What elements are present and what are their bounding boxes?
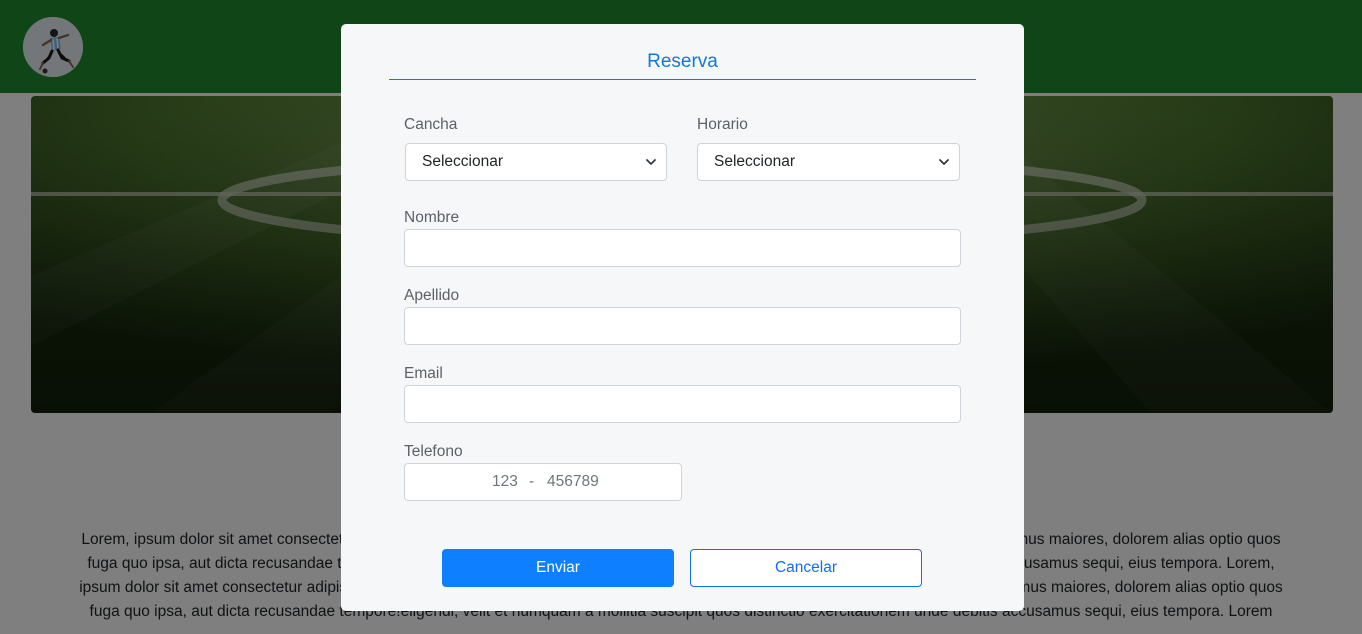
reservation-modal: Reserva Cancha Seleccionar Horario Selec…	[341, 24, 1024, 611]
telefono-label: Telefono	[404, 443, 463, 460]
title-divider	[389, 79, 976, 80]
cancha-select[interactable]: Seleccionar	[405, 143, 667, 181]
phone-separator: -	[529, 473, 535, 490]
email-label: Email	[404, 365, 443, 382]
submit-button[interactable]: Enviar	[442, 549, 674, 587]
nombre-label: Nombre	[404, 209, 460, 226]
phone-number: 456789	[547, 473, 599, 490]
nombre-input[interactable]	[404, 229, 961, 267]
horario-selected-value: Seleccionar	[714, 153, 795, 170]
apellido-label: Apellido	[404, 287, 460, 304]
cancha-selected-value: Seleccionar	[422, 153, 503, 170]
apellido-input[interactable]	[404, 307, 961, 345]
horario-label: Horario	[697, 116, 748, 133]
horario-select[interactable]: Seleccionar	[697, 143, 960, 181]
email-input[interactable]	[404, 385, 961, 423]
cancel-button[interactable]: Cancelar	[690, 549, 922, 587]
telefono-input[interactable]: 123 - 456789	[404, 463, 682, 501]
phone-prefix: 123	[492, 473, 518, 490]
cancha-label: Cancha	[404, 116, 458, 133]
chevron-down-icon	[938, 156, 950, 168]
modal-title: Reserva	[647, 51, 718, 72]
chevron-down-icon	[645, 156, 657, 168]
